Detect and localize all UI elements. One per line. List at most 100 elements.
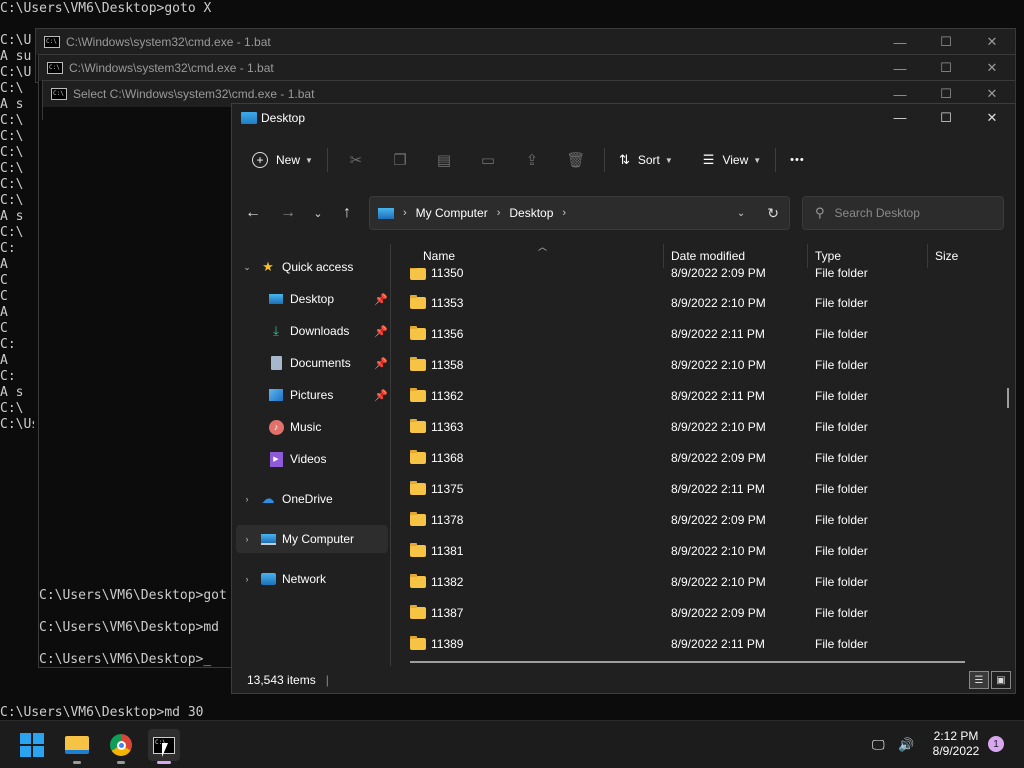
back-arrow-icon[interactable]: ←	[239, 196, 267, 230]
minimize-button[interactable]: —	[877, 105, 923, 131]
explorer-title-bar[interactable]: Desktop — ☐ ✕	[232, 104, 1015, 131]
recent-locations-chevron-icon[interactable]: ⌄	[304, 196, 332, 230]
network-status-icon[interactable]: 🖵	[872, 721, 894, 768]
sidebar-item-pictures[interactable]: Pictures 📌	[268, 381, 388, 409]
console-prompt[interactable]: C:\Users\VM6\Desktop>_	[39, 652, 211, 667]
sidebar-item-videos[interactable]: ▶ Videos	[268, 445, 388, 473]
pin-icon: 📌	[374, 325, 388, 338]
up-arrow-icon[interactable]: ↑	[333, 196, 361, 230]
minimize-button[interactable]: —	[877, 29, 923, 55]
notification-badge[interactable]: 1	[988, 736, 1004, 752]
column-header-size[interactable]: Size	[935, 244, 958, 268]
cmd-icon: C:\	[51, 88, 67, 100]
forward-arrow-icon[interactable]: →	[274, 196, 302, 230]
file-name: 11375	[431, 481, 464, 496]
maximize-button[interactable]: ☐	[923, 29, 969, 55]
maximize-button[interactable]: ☐	[923, 105, 969, 131]
vertical-scrollbar[interactable]	[1007, 388, 1009, 408]
minimize-button[interactable]: —	[877, 55, 923, 81]
toolbar-separator	[775, 148, 777, 172]
sidebar-item-label: OneDrive	[282, 492, 333, 506]
chevron-right-icon[interactable]: ›	[240, 574, 254, 584]
sidebar-item-music[interactable]: ♪ Music	[268, 413, 388, 441]
close-button[interactable]: ✕	[969, 105, 1015, 131]
column-divider[interactable]	[663, 244, 664, 268]
table-row[interactable]: 11356 8/9/2022 2:11 PM File folder	[400, 318, 1000, 349]
copy-icon[interactable]: ❐	[388, 148, 412, 172]
start-button[interactable]	[16, 729, 48, 761]
table-row[interactable]: 11368 8/9/2022 2:09 PM File folder	[400, 442, 1000, 473]
delete-icon[interactable]: 🗑	[564, 148, 588, 172]
maximize-button[interactable]: ☐	[923, 55, 969, 81]
close-button[interactable]: ✕	[969, 29, 1015, 55]
table-row[interactable]: 11362 8/9/2022 2:11 PM File folder	[400, 380, 1000, 411]
console-line-fragment: C	[0, 321, 8, 336]
table-row[interactable]: 11387 8/9/2022 2:09 PM File folder	[400, 597, 1000, 628]
refresh-icon[interactable]: ↻	[767, 205, 779, 222]
close-button[interactable]: ✕	[969, 55, 1015, 81]
table-row[interactable]: 11363 8/9/2022 2:10 PM File folder	[400, 411, 1000, 442]
column-header-name[interactable]: Name	[423, 244, 455, 268]
sidebar-item-label: Downloads	[290, 324, 350, 338]
more-options-button[interactable]: •••	[782, 144, 813, 176]
file-date: 8/9/2022 2:11 PM	[671, 636, 765, 651]
chevron-right-icon[interactable]: ›	[240, 534, 254, 544]
view-button[interactable]: ☰ View ▼	[695, 144, 769, 176]
chevron-right-icon[interactable]: ›	[240, 494, 254, 504]
address-bar[interactable]: › My Computer › Desktop › ⌄ ↻	[369, 196, 790, 230]
computer-icon	[260, 531, 276, 547]
rename-icon[interactable]: ▭	[476, 148, 500, 172]
table-row[interactable]: 11389 8/9/2022 2:11 PM File folder	[400, 628, 1000, 659]
breadcrumb-desktop[interactable]: Desktop	[509, 206, 553, 220]
sidebar-item-quick-access[interactable]: ⌄ ★ Quick access	[240, 253, 388, 281]
console-line-fragment: C:	[0, 241, 16, 256]
paste-icon[interactable]: ▤	[432, 148, 456, 172]
address-history-chevron-icon[interactable]: ⌄	[737, 208, 745, 219]
file-explorer-taskbar-button[interactable]	[61, 729, 93, 764]
table-row[interactable]: 11382 8/9/2022 2:10 PM File folder	[400, 566, 1000, 597]
large-icons-view-icon[interactable]: ▣	[991, 671, 1011, 689]
taskbar: C:\ 🖵 🔊 2:12 PM 8/9/2022	[0, 720, 1024, 768]
sidebar-item-onedrive[interactable]: › ☁ OneDrive	[240, 485, 388, 513]
sidebar-item-desktop[interactable]: Desktop 📌	[268, 285, 388, 313]
search-box[interactable]: ⚲ Search Desktop	[802, 196, 1004, 230]
horizontal-scrollbar[interactable]	[410, 661, 965, 663]
pane-divider[interactable]	[390, 244, 391, 666]
file-date: 8/9/2022 2:11 PM	[671, 481, 765, 496]
file-date: 8/9/2022 2:09 PM	[671, 450, 766, 465]
file-type: File folder	[815, 481, 868, 496]
system-clock[interactable]: 2:12 PM 8/9/2022	[920, 729, 992, 759]
console-line-fragment: C	[0, 273, 8, 288]
sidebar-item-my-computer[interactable]: › My Computer	[236, 525, 388, 553]
column-divider[interactable]	[807, 244, 808, 268]
share-icon[interactable]: ⇪	[520, 148, 544, 172]
file-explorer-window[interactable]: Desktop — ☐ ✕ + New ▼ ✂ ❐ ▤ ▭ ⇪ 🗑 ⇅ Sort…	[231, 103, 1016, 694]
table-row[interactable]: 11375 8/9/2022 2:11 PM File folder	[400, 473, 1000, 504]
cmd-title-bar[interactable]: C:\ C:\Windows\system32\cmd.exe - 1.bat …	[39, 55, 1015, 81]
sort-button[interactable]: ⇅ Sort ▼	[611, 144, 681, 176]
column-header-date-modified[interactable]: Date modified	[671, 244, 745, 268]
volume-icon[interactable]: 🔊	[898, 721, 918, 768]
cut-icon[interactable]: ✂	[344, 148, 368, 172]
table-row[interactable]: 11381 8/9/2022 2:10 PM File folder	[400, 535, 1000, 566]
table-row[interactable]: 11350 8/9/2022 2:09 PM File folder	[400, 268, 1000, 280]
chrome-taskbar-button[interactable]	[105, 729, 137, 764]
table-row[interactable]: 11378 8/9/2022 2:09 PM File folder	[400, 504, 1000, 535]
details-view-icon[interactable]: ☰	[969, 671, 989, 689]
breadcrumb-my-computer[interactable]: My Computer	[416, 206, 488, 220]
file-type: File folder	[815, 388, 868, 403]
table-row[interactable]: 11353 8/9/2022 2:10 PM File folder	[400, 287, 1000, 318]
table-row[interactable]: 11358 8/9/2022 2:10 PM File folder	[400, 349, 1000, 380]
column-divider[interactable]	[927, 244, 928, 268]
console-line-fragment: C:\	[0, 161, 24, 176]
cmd-title-bar[interactable]: C:\ C:\Windows\system32\cmd.exe - 1.bat …	[36, 29, 1015, 55]
sidebar-item-downloads[interactable]: ⤓ Downloads 📌	[268, 317, 388, 345]
console-line-fragment: A	[0, 305, 8, 320]
column-header-type[interactable]: Type	[815, 244, 841, 268]
sidebar-item-network[interactable]: › Network	[240, 565, 388, 593]
column-label: Size	[935, 249, 959, 263]
network-icon	[260, 571, 276, 587]
chevron-down-icon[interactable]: ⌄	[240, 262, 254, 273]
new-button[interactable]: + New ▼	[244, 144, 321, 176]
sidebar-item-documents[interactable]: Documents 📌	[268, 349, 388, 377]
